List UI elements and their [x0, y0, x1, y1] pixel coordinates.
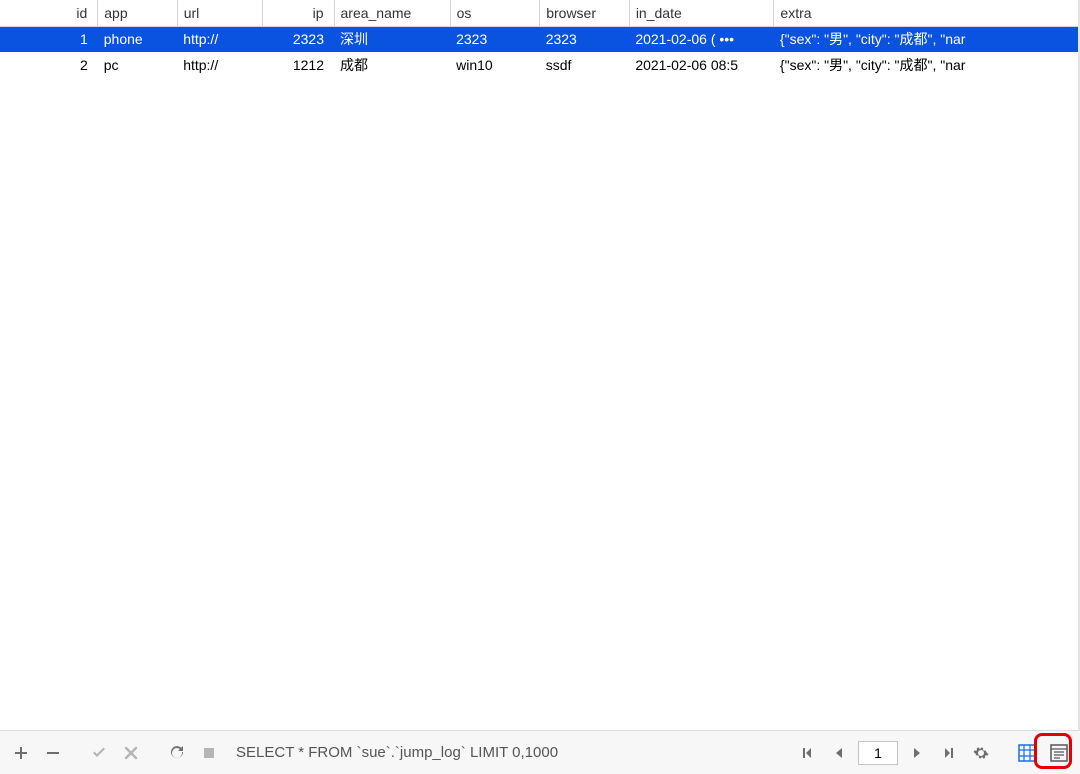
cell-app[interactable]: phone — [98, 26, 177, 52]
grid-view-button[interactable] — [1014, 740, 1040, 766]
column-header-url[interactable]: url — [177, 0, 263, 26]
cell-in_date[interactable]: 2021-02-06 ( ••• — [629, 26, 774, 52]
column-header-id[interactable]: id — [0, 0, 98, 26]
add-row-button[interactable] — [8, 740, 34, 766]
result-grid: idappurliparea_nameosbrowserin_dateextra… — [0, 0, 1080, 730]
cell-ip[interactable]: 2323 — [263, 26, 334, 52]
column-header-area_name[interactable]: area_name — [334, 0, 450, 26]
delete-row-button[interactable] — [40, 740, 66, 766]
cell-area_name[interactable]: 成都 — [334, 52, 450, 78]
table-row[interactable]: 1phonehttp://2323深圳232323232021-02-06 ( … — [0, 26, 1080, 52]
cell-area_name[interactable]: 深圳 — [334, 26, 450, 52]
cell-browser[interactable]: ssdf — [540, 52, 630, 78]
cell-browser[interactable]: 2323 — [540, 26, 630, 52]
column-header-os[interactable]: os — [450, 0, 540, 26]
column-header-in_date[interactable]: in_date — [629, 0, 774, 26]
page-number-input[interactable] — [858, 741, 898, 765]
table-body[interactable]: 1phonehttp://2323深圳232323232021-02-06 ( … — [0, 26, 1080, 78]
cell-id[interactable]: 2 — [0, 52, 98, 78]
settings-button[interactable] — [968, 740, 994, 766]
stop-button[interactable] — [196, 740, 222, 766]
cell-os[interactable]: 2323 — [450, 26, 540, 52]
column-header-browser[interactable]: browser — [540, 0, 630, 26]
column-header-ip[interactable]: ip — [263, 0, 334, 26]
cell-url[interactable]: http:// — [177, 52, 263, 78]
cancel-button[interactable] — [118, 740, 144, 766]
cell-ip[interactable]: 1212 — [263, 52, 334, 78]
column-header-app[interactable]: app — [98, 0, 177, 26]
column-header-extra[interactable]: extra — [774, 0, 1080, 26]
refresh-button[interactable] — [164, 740, 190, 766]
cell-extra[interactable]: {"sex": "男", "city": "成都", "nar — [774, 26, 1080, 52]
first-page-button[interactable] — [794, 740, 820, 766]
bottom-toolbar: SELECT * FROM `sue`.`jump_log` LIMIT 0,1… — [0, 730, 1080, 774]
cell-in_date[interactable]: 2021-02-06 08:5 — [629, 52, 774, 78]
prev-page-button[interactable] — [826, 740, 852, 766]
result-table[interactable]: idappurliparea_nameosbrowserin_dateextra… — [0, 0, 1080, 78]
cell-os[interactable]: win10 — [450, 52, 540, 78]
cell-id[interactable]: 1 — [0, 26, 98, 52]
sql-statement: SELECT * FROM `sue`.`jump_log` LIMIT 0,1… — [228, 744, 788, 761]
cell-url[interactable]: http:// — [177, 26, 263, 52]
commit-button[interactable] — [86, 740, 112, 766]
table-header: idappurliparea_nameosbrowserin_dateextra — [0, 0, 1080, 26]
table-row[interactable]: 2pchttp://1212成都win10ssdf2021-02-06 08:5… — [0, 52, 1080, 78]
next-page-button[interactable] — [904, 740, 930, 766]
cell-extra[interactable]: {"sex": "男", "city": "成都", "nar — [774, 52, 1080, 78]
last-page-button[interactable] — [936, 740, 962, 766]
cell-app[interactable]: pc — [98, 52, 177, 78]
row-stripes — [0, 26, 1078, 730]
form-view-button[interactable] — [1046, 740, 1072, 766]
